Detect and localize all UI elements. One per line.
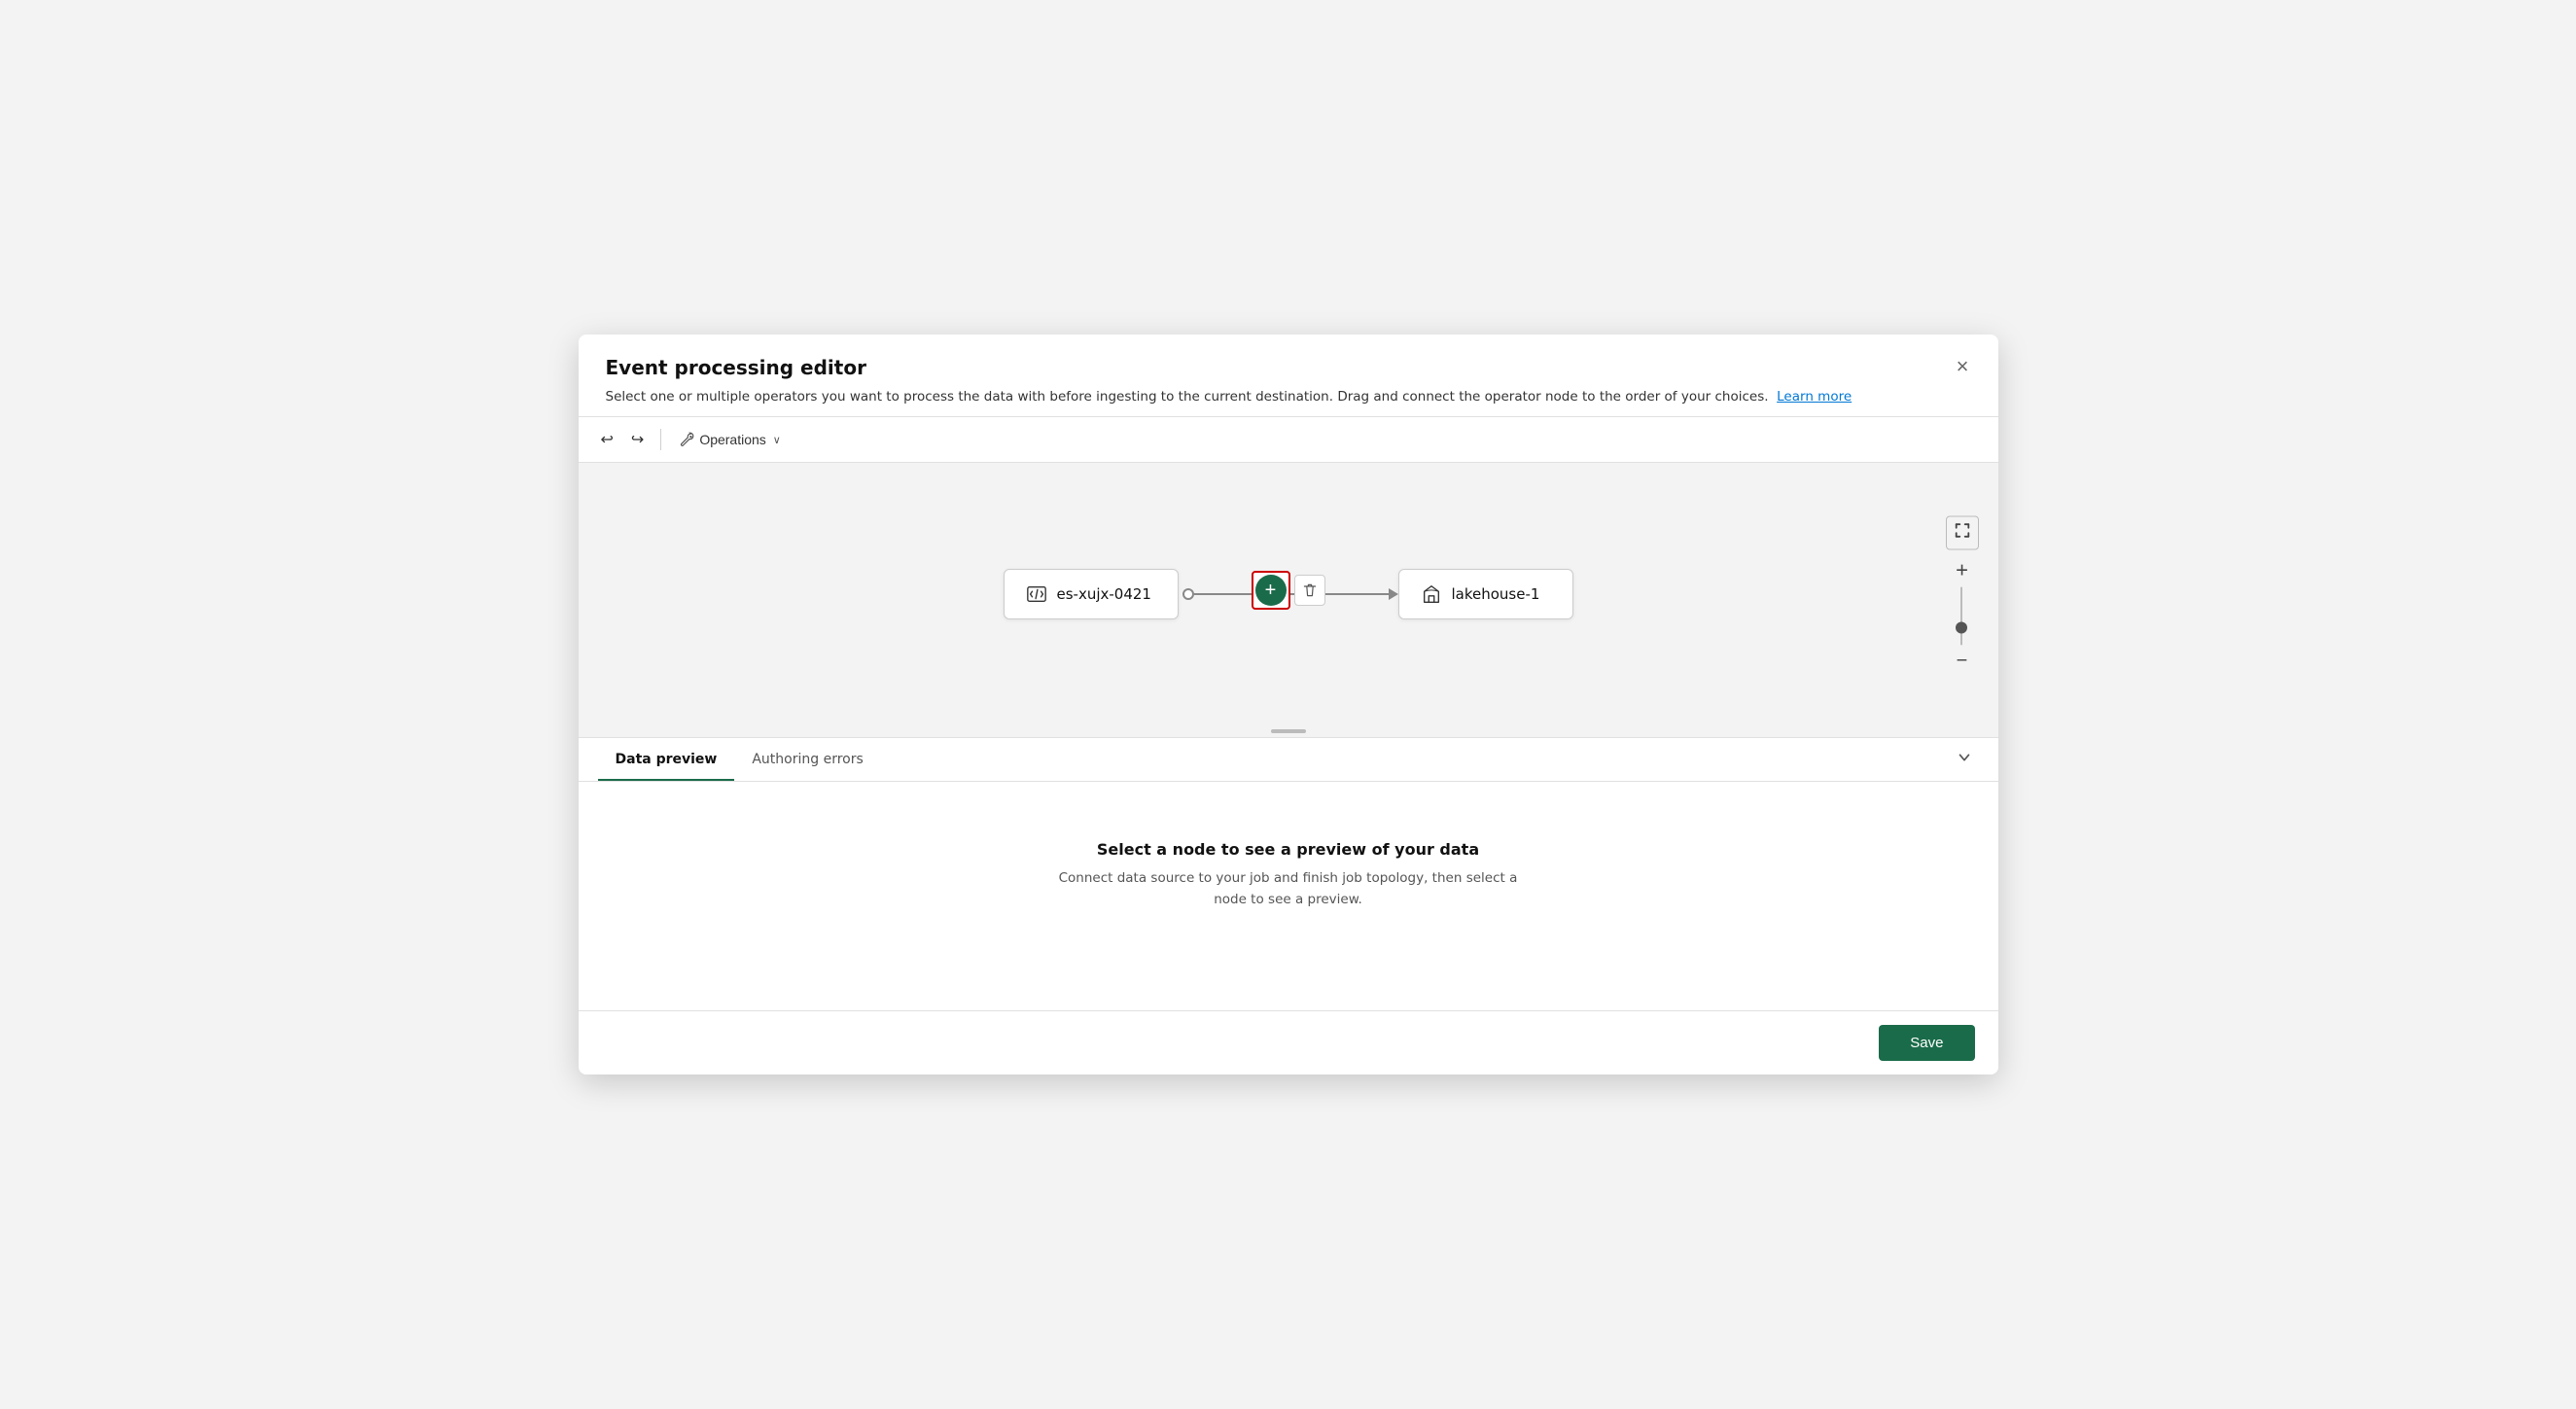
destination-node-label: lakehouse-1 [1452, 585, 1540, 603]
undo-button[interactable]: ↩ [594, 425, 620, 454]
expand-panel-button[interactable] [1950, 743, 1979, 777]
source-node[interactable]: es-xujx-0421 [1004, 569, 1179, 619]
flow-action-buttons: + [1252, 571, 1325, 610]
zoom-out-button[interactable]: − [1951, 650, 1974, 673]
canvas-inner: es-xujx-0421 + [579, 463, 1998, 725]
add-operator-button[interactable]: + [1255, 575, 1287, 606]
collapse-handle[interactable] [579, 725, 1998, 737]
chevron-down-icon [1956, 749, 1973, 766]
operations-label: Operations [699, 432, 765, 447]
connector-dot [1182, 588, 1194, 600]
redo-button[interactable]: ↪ [624, 425, 651, 454]
empty-state-description: Connect data source to your job and fini… [1055, 868, 1522, 910]
tabs-list: Data preview Authoring errors [598, 738, 881, 781]
add-operator-wrapper: + [1252, 571, 1290, 610]
toolbar-divider [660, 429, 661, 450]
source-node-label: es-xujx-0421 [1057, 585, 1151, 603]
collapse-bar-icon [1271, 729, 1306, 733]
modal-title: Event processing editor [606, 356, 1971, 379]
operations-menu-button[interactable]: Operations ∨ [671, 428, 789, 451]
empty-state: Select a node to see a preview of your d… [579, 782, 1998, 949]
modal-footer: Save [579, 1010, 1998, 1074]
destination-node[interactable]: lakehouse-1 [1398, 569, 1573, 619]
zoom-slider[interactable]: + − [1950, 558, 1974, 673]
modal-header: Event processing editor Select one or mu… [579, 335, 1998, 416]
tabs-bar: Data preview Authoring errors [579, 738, 1998, 782]
canvas-area: es-xujx-0421 + [579, 463, 1998, 738]
zoom-in-button[interactable]: + [1950, 558, 1974, 583]
tab-authoring-errors[interactable]: Authoring errors [734, 738, 880, 781]
close-button[interactable]: × [1949, 352, 1977, 381]
wrench-icon [679, 432, 694, 447]
arrow-head [1389, 588, 1398, 600]
empty-state-title: Select a node to see a preview of your d… [1097, 840, 1479, 859]
zoom-fit-button[interactable] [1946, 516, 1979, 550]
trash-icon [1302, 582, 1318, 598]
operations-chevron: ∨ [773, 434, 781, 446]
fit-view-icon [1954, 522, 1971, 540]
toolbar: ↩ ↪ Operations ∨ [579, 416, 1998, 463]
delete-operator-button[interactable] [1294, 575, 1325, 606]
modal-description: Select one or multiple operators you wan… [606, 387, 1971, 406]
lakehouse-icon [1421, 583, 1442, 605]
left-connector: + [1179, 588, 1398, 600]
zoom-slider-thumb [1956, 622, 1967, 634]
flow-diagram: es-xujx-0421 + [1004, 569, 1573, 619]
tab-data-preview[interactable]: Data preview [598, 738, 735, 781]
learn-more-link[interactable]: Learn more [1777, 389, 1852, 405]
save-button[interactable]: Save [1879, 1025, 1974, 1061]
event-processing-editor-modal: Event processing editor Select one or mu… [579, 335, 1998, 1074]
zoom-controls: + − [1946, 516, 1979, 673]
zoom-slider-track [1960, 587, 1962, 646]
event-stream-icon [1026, 583, 1047, 605]
bottom-section: Data preview Authoring errors Select a n… [579, 738, 1998, 1010]
